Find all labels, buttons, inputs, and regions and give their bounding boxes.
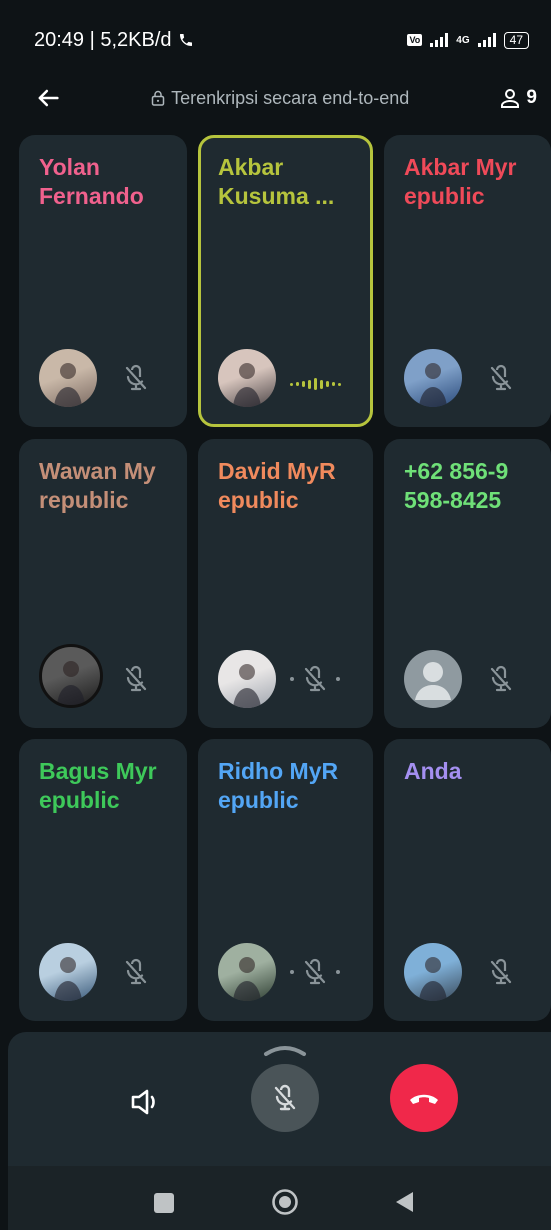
participant-tile[interactable]: Akbar Kusuma ... — [198, 135, 373, 427]
mute-button[interactable] — [251, 1064, 319, 1132]
mic-off-icon — [121, 363, 151, 393]
connecting-dot — [290, 970, 294, 974]
participant-name-line: Bagus Myr — [39, 758, 157, 784]
participant-tile[interactable]: Bagus Myr epublic — [19, 739, 187, 1021]
connecting-dot — [290, 677, 294, 681]
participant-name: Ridho MyR epublic — [218, 757, 361, 815]
participant-avatar — [218, 349, 276, 407]
volte-icon: Vo — [407, 34, 423, 46]
participant-name-line: Akbar Myr — [404, 154, 517, 180]
participant-name: David MyR epublic — [218, 457, 361, 515]
participant-name: Yolan Fernando — [39, 153, 175, 211]
recents-icon[interactable] — [154, 1193, 174, 1213]
participant-name: Bagus Myr epublic — [39, 757, 175, 815]
participant-tile[interactable]: +62 856-9 598-8425 — [384, 439, 551, 728]
signal-icon-2 — [477, 33, 496, 47]
mic-off-icon — [486, 664, 516, 694]
participant-name-line: Anda — [404, 758, 462, 784]
back-triangle-icon[interactable] — [393, 1190, 415, 1214]
participant-name-line: +62 856-9 — [404, 458, 509, 484]
mic-off-icon — [300, 664, 330, 694]
default-avatar-icon — [404, 650, 462, 708]
participant-avatar — [404, 943, 462, 1001]
participant-tile[interactable]: David MyR epublic — [198, 439, 373, 728]
phone-call-icon — [179, 34, 192, 46]
participant-tile[interactable]: Anda — [384, 739, 551, 1021]
status-bar: 20:49 | 5,2KB/d Vo 4G 47 — [0, 0, 551, 80]
participant-name-line: republic — [39, 487, 129, 513]
chevron-up-icon[interactable] — [262, 1040, 308, 1058]
status-right: Vo 4G 47 — [407, 31, 529, 49]
participant-name-line: Yolan — [39, 154, 100, 180]
participant-avatar — [404, 349, 462, 407]
call-header: Terenkripsi secara end-to-end 9 — [0, 74, 551, 122]
participant-avatar — [218, 650, 276, 708]
mic-off-icon — [121, 664, 151, 694]
back-arrow-icon[interactable] — [34, 84, 62, 112]
participant-name-line: Kusuma ... — [218, 183, 335, 209]
connecting-dot — [336, 970, 340, 974]
participant-tile[interactable]: Yolan Fernando — [19, 135, 187, 427]
encryption-text: Terenkripsi secara end-to-end — [171, 87, 410, 108]
participant-name-line: epublic — [39, 787, 120, 813]
network-type: 4G — [456, 34, 470, 46]
participant-name-line: 598-8425 — [404, 487, 502, 513]
participant-avatar — [39, 943, 97, 1001]
mic-off-icon — [486, 957, 516, 987]
participant-name: Anda — [404, 757, 539, 786]
end-call-button[interactable] — [390, 1064, 458, 1132]
mic-off-icon — [274, 1084, 296, 1111]
participant-name-line: Wawan My — [39, 458, 156, 484]
participant-name-line: Ridho MyR — [218, 758, 339, 784]
status-left: 20:49 | 5,2KB/d — [34, 29, 194, 52]
participant-tile[interactable]: Wawan My republic — [19, 439, 187, 728]
participant-avatar — [39, 349, 97, 407]
participant-name: Akbar Myr epublic — [404, 153, 539, 211]
participant-avatar — [218, 943, 276, 1001]
participant-count: 9 — [526, 87, 537, 108]
time-speed: 20:49 | 5,2KB/d — [34, 28, 172, 51]
speaking-indicator — [290, 378, 341, 390]
end-call-icon — [410, 1094, 438, 1104]
participant-tile[interactable]: Ridho MyR epublic — [198, 739, 373, 1021]
participant-name: +62 856-9 598-8425 — [404, 457, 539, 515]
participant-avatar — [39, 644, 103, 708]
participant-name-line: epublic — [404, 183, 485, 209]
participant-name-line: Akbar — [218, 154, 284, 180]
signal-icon — [430, 33, 449, 47]
mic-off-icon — [121, 957, 151, 987]
speaker-button[interactable] — [122, 1078, 170, 1126]
person-icon — [501, 89, 520, 108]
participants-button[interactable]: 9 — [498, 86, 537, 110]
mic-off-icon — [300, 957, 330, 987]
participant-name-line: epublic — [218, 487, 299, 513]
battery-icon: 47 — [503, 31, 529, 49]
participant-name-line: epublic — [218, 787, 299, 813]
connecting-dot — [336, 677, 340, 681]
participant-name: Akbar Kusuma ... — [218, 153, 358, 211]
lock-icon — [151, 90, 165, 106]
participant-name: Wawan My republic — [39, 457, 175, 515]
speaker-icon — [131, 1089, 155, 1115]
participant-name-line: Fernando — [39, 183, 144, 209]
participant-name-line: David MyR — [218, 458, 336, 484]
home-icon[interactable] — [271, 1188, 299, 1216]
encryption-notice: Terenkripsi secara end-to-end — [62, 88, 498, 109]
mic-off-icon — [486, 363, 516, 393]
participant-tile[interactable]: Akbar Myr epublic — [384, 135, 551, 427]
